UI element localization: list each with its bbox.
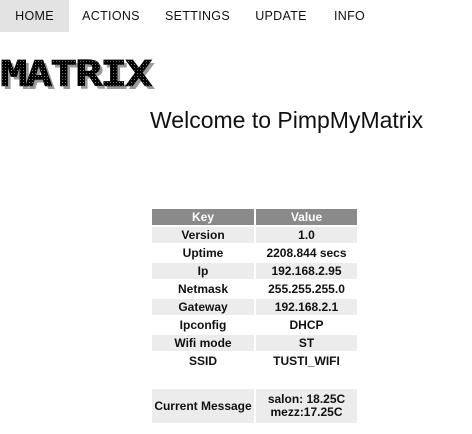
table-row: Uptime 2208.844 secs	[152, 245, 357, 261]
table-spacer-row	[152, 371, 357, 387]
table-row: Wifi mode ST	[152, 335, 357, 351]
row-key: Wifi mode	[152, 335, 254, 351]
table-row: Netmask 255.255.255.0	[152, 281, 357, 297]
table-row: Gateway 192.168.2.1	[152, 299, 357, 315]
row-key: Current Message	[152, 389, 254, 423]
page-title: Welcome to PimpMyMatrix	[150, 107, 424, 133]
nav-info[interactable]: INFO	[320, 0, 379, 32]
row-value: 192.168.2.95	[256, 263, 357, 279]
row-value: 2208.844 secs	[256, 245, 357, 261]
row-value: TUSTI_WIFI	[256, 353, 357, 369]
spacer-cell	[152, 371, 254, 387]
message-line: mezz:17.25C	[270, 405, 343, 419]
svg-text:MATRIX: MATRIX	[0, 56, 153, 95]
row-key: Version	[152, 227, 254, 243]
current-message-row: Current Message salon: 18.25C mezz:17.25…	[152, 389, 357, 423]
column-header-value: Value	[256, 209, 357, 225]
row-value: DHCP	[256, 317, 357, 333]
spacer-cell	[256, 371, 357, 387]
table-header-row: Key Value	[152, 209, 357, 225]
table-row: Version 1.0	[152, 227, 357, 243]
row-key: Uptime	[152, 245, 254, 261]
table-row: SSID TUSTI_WIFI	[152, 353, 357, 369]
row-key: SSID	[152, 353, 254, 369]
row-key: Ipconfig	[152, 317, 254, 333]
row-key: Gateway	[152, 299, 254, 315]
nav-actions[interactable]: ACTIONS	[69, 0, 153, 32]
row-value: salon: 18.25C mezz:17.25C	[256, 389, 357, 423]
column-header-key: Key	[152, 209, 254, 225]
row-key: Netmask	[152, 281, 254, 297]
table-row: Ip 192.168.2.95	[152, 263, 357, 279]
row-value: 1.0	[256, 227, 357, 243]
nav-settings[interactable]: SETTINGS	[153, 0, 242, 32]
table-row: Ipconfig DHCP	[152, 317, 357, 333]
matrix-logo: MATRIX MATRIX	[0, 56, 156, 96]
row-value: ST	[256, 335, 357, 351]
nav-home[interactable]: HOME	[0, 0, 69, 32]
row-key: Ip	[152, 263, 254, 279]
info-table: Key Value Version 1.0 Uptime 2208.844 se…	[150, 207, 359, 425]
top-nav: HOME ACTIONS SETTINGS UPDATE INFO	[0, 0, 472, 32]
row-value: 192.168.2.1	[256, 299, 357, 315]
row-value: 255.255.255.0	[256, 281, 357, 297]
nav-update[interactable]: UPDATE	[242, 0, 320, 32]
